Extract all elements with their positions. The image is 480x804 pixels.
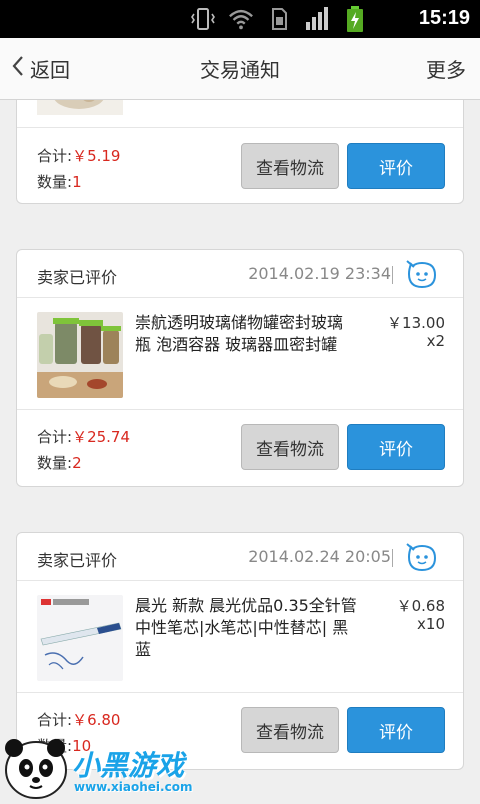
back-label: 返回	[30, 58, 70, 82]
status-bar: 15:19	[0, 0, 480, 38]
product-name: 崇航透明玻璃储物罐密封玻璃瓶 泡酒容器 玻璃器皿密封罐	[135, 313, 344, 354]
view-logistics-button[interactable]: 查看物流	[241, 707, 339, 753]
order-header: 卖家已评价 2014.02.19 23:34	[17, 250, 463, 298]
notification-list[interactable]: 合计:￥5.19 数量:1 查看物流 评价 卖家已评价 2014.02.19 2…	[0, 100, 480, 800]
order-item[interactable]: 崇航透明玻璃储物罐密封玻璃瓶 泡酒容器 玻璃器皿密封罐 ￥13.00 x2	[17, 298, 463, 410]
order-footer: 合计:￥5.19 数量:1 查看物流 评价	[17, 129, 463, 205]
product-quantity: x2	[426, 332, 445, 350]
product-thumbnail	[37, 312, 123, 398]
page-title: 交易通知	[200, 58, 280, 82]
order-count: 数量:1	[37, 173, 82, 191]
view-logistics-button[interactable]: 查看物流	[241, 143, 339, 189]
order-card: 卖家已评价 2014.02.19 23:34 崇航透明玻璃储物罐密封玻璃瓶 泡酒…	[16, 249, 464, 487]
order-date: 2014.02.24 20:05	[248, 547, 391, 566]
product-price: ￥0.68	[396, 597, 445, 615]
order-status: 卖家已评价	[37, 268, 118, 287]
order-total: 合计:￥5.19	[37, 147, 121, 165]
chevron-left-icon	[12, 55, 30, 82]
order-card: 合计:￥5.19 数量:1 查看物流 评价	[16, 100, 464, 204]
product-name: 晨光 新款 晨光优品0.35全针管中性笔芯|水笔芯|中性替芯| 黑 蓝	[135, 596, 357, 659]
watermark-logo: 小黑游戏 www.xiaohei.com	[0, 726, 200, 800]
order-status: 卖家已评价	[37, 551, 118, 570]
order-item[interactable]: 晨光 新款 晨光优品0.35全针管中性笔芯|水笔芯|中性替芯| 黑 蓝 ￥0.6…	[17, 581, 463, 693]
order-date: 2014.02.19 23:34	[248, 264, 391, 283]
order-footer: 合计:￥25.74 数量:2 查看物流 评价	[17, 410, 463, 486]
product-thumbnail	[37, 595, 123, 681]
review-button[interactable]: 评价	[347, 424, 445, 470]
chat-bubble-icon[interactable]	[405, 260, 439, 290]
back-button[interactable]: 返回	[12, 54, 70, 83]
view-logistics-button[interactable]: 查看物流	[241, 424, 339, 470]
divider	[392, 549, 393, 567]
clock: 15:19	[418, 7, 470, 29]
order-count: 数量:2	[37, 454, 82, 472]
wifi-icon	[228, 6, 254, 32]
vibrate-icon	[190, 6, 216, 32]
order-header: 卖家已评价 2014.02.24 20:05	[17, 533, 463, 581]
product-price: ￥13.00	[387, 314, 445, 332]
product-quantity: x10	[417, 615, 445, 633]
nav-bar: 返回 交易通知 更多	[0, 38, 480, 100]
sim-icon	[266, 6, 292, 32]
review-button[interactable]: 评价	[347, 143, 445, 189]
divider	[392, 266, 393, 284]
more-button[interactable]: 更多	[426, 54, 466, 83]
watermark-url: www.xiaohei.com	[74, 780, 193, 794]
watermark-brand: 小黑游戏	[72, 749, 185, 782]
order-total: 合计:￥25.74	[37, 428, 131, 446]
signal-icon	[304, 6, 330, 32]
chat-bubble-icon[interactable]	[405, 543, 439, 573]
battery-charging-icon	[342, 6, 368, 32]
review-button[interactable]: 评价	[347, 707, 445, 753]
product-thumbnail	[37, 100, 123, 115]
